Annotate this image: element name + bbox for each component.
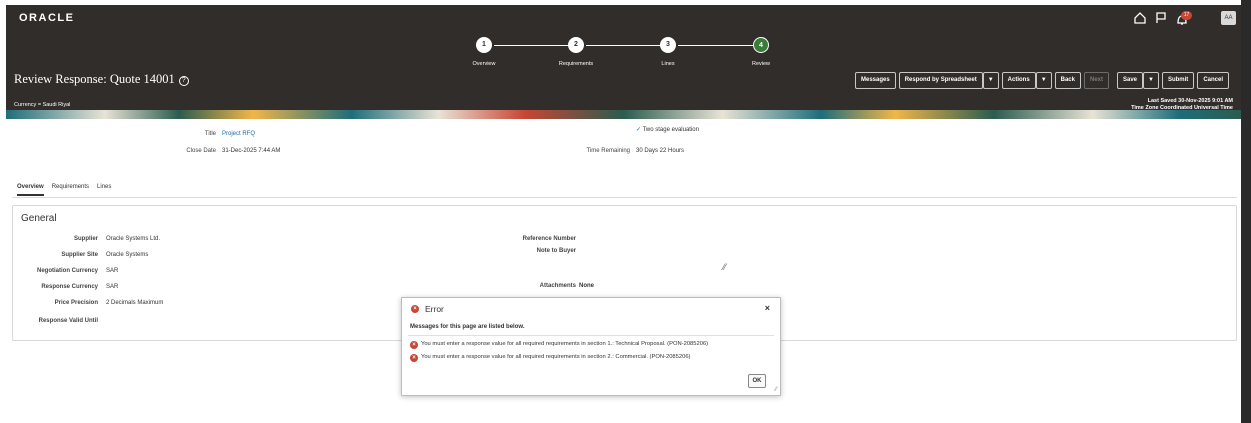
two-stage-evaluation: ✓ Two stage evaluation xyxy=(636,126,699,133)
tab-overview[interactable]: Overview xyxy=(17,184,44,196)
help-icon[interactable]: ? xyxy=(178,76,189,86)
train-step-requirements[interactable]: 2 xyxy=(568,37,584,53)
oracle-logo: ORACLE xyxy=(19,12,75,24)
supplier-site-label: Supplier Site xyxy=(61,252,98,258)
last-saved-text: Last Saved 30-Nov-2025 9:01 AM xyxy=(1147,98,1233,104)
tab-lines[interactable]: Lines xyxy=(97,184,111,196)
check-icon: ✓ xyxy=(636,127,642,133)
error-icon: × xyxy=(411,305,419,313)
user-avatar[interactable]: AA xyxy=(1221,11,1236,25)
error-message: × You must enter a response value for all… xyxy=(410,341,708,349)
notification-badge: 17 xyxy=(1181,11,1192,20)
attachments-label: Attachments xyxy=(539,283,576,289)
page-title: Review Response: Quote 14001? xyxy=(14,72,189,87)
train-step-review[interactable]: 4 xyxy=(753,37,769,53)
error-message-text: You must enter a response value for all … xyxy=(421,354,691,360)
note-to-buyer-label: Note to Buyer xyxy=(536,248,576,254)
ok-button[interactable]: OK xyxy=(748,374,766,388)
train-step-lines[interactable]: 3 xyxy=(660,37,676,53)
toolbar: Messages Respond by Spreadsheet ▼ Action… xyxy=(855,72,1232,89)
error-dialog-divider xyxy=(408,335,774,336)
close-date-value: 31-Dec-2025 7:44 AM xyxy=(222,148,281,154)
two-stage-text: Two stage evaluation xyxy=(642,127,699,133)
price-precision-value: 2 Decimals Maximum xyxy=(106,300,164,306)
train-label-requirements: Requirements xyxy=(558,61,594,67)
negotiation-currency-label: Negotiation Currency xyxy=(36,268,98,274)
actions-dropdown-button[interactable]: ▼ xyxy=(1035,72,1052,89)
error-message: × You must enter a response value for all… xyxy=(410,354,690,362)
train-step-overview[interactable]: 1 xyxy=(476,37,492,53)
error-dialog: × Error × Messages for this page are lis… xyxy=(401,297,781,396)
section-tabs: Overview Requirements Lines xyxy=(17,184,111,196)
save-dropdown-button[interactable]: ▼ xyxy=(1143,72,1159,89)
save-button[interactable]: Save xyxy=(1117,72,1144,89)
train-connector xyxy=(586,45,666,46)
title-link[interactable]: Project RFQ xyxy=(222,131,255,137)
train-label-lines: Lines xyxy=(661,61,675,67)
dialog-resize-grip[interactable]: ⁄⁄ xyxy=(775,387,777,393)
train-label-review: Review xyxy=(751,61,771,67)
response-valid-until-label: Response Valid Until xyxy=(38,318,98,324)
reference-number-label: Reference Number xyxy=(522,236,576,242)
general-heading: General xyxy=(21,213,57,224)
error-dialog-title: Error xyxy=(425,304,444,314)
back-button[interactable]: Back xyxy=(1054,72,1081,89)
train-connector xyxy=(494,45,574,46)
page-header: ORACLE 17 AA 1 2 3 4 Overview Requiremen… xyxy=(6,5,1241,118)
price-precision-label: Price Precision xyxy=(54,300,98,306)
home-icon[interactable] xyxy=(1133,11,1147,25)
currency-label: Currency = Saudi Riyal xyxy=(14,102,71,108)
decorative-banner xyxy=(6,110,1241,119)
messages-button[interactable]: Messages xyxy=(855,72,896,89)
error-dialog-subtitle: Messages for this page are listed below. xyxy=(410,324,525,330)
time-remaining-value: 30 Days 22 Hours xyxy=(636,148,685,154)
response-currency-label: Response Currency xyxy=(41,284,98,290)
textarea-resize-icon[interactable]: ⁄⁄ xyxy=(723,262,726,272)
time-remaining-label: Time Remaining xyxy=(586,148,630,154)
supplier-value: Oracle Systems Ltd. xyxy=(106,236,161,242)
title-label: Title xyxy=(204,131,216,137)
respond-by-spreadsheet-button[interactable]: Respond by Spreadsheet xyxy=(898,72,983,89)
tab-requirements[interactable]: Requirements xyxy=(52,184,89,196)
negotiation-currency-value: SAR xyxy=(106,268,119,274)
close-icon[interactable]: × xyxy=(765,303,770,313)
response-currency-value: SAR xyxy=(106,284,119,290)
error-message-text: You must enter a response value for all … xyxy=(421,341,709,347)
supplier-label: Supplier xyxy=(73,236,98,242)
page-title-text: Review Response: Quote 14001 xyxy=(14,72,175,86)
submit-button[interactable]: Submit xyxy=(1161,72,1195,89)
attachments-value[interactable]: None xyxy=(579,283,594,289)
cancel-button[interactable]: Cancel xyxy=(1197,72,1229,89)
close-date-label: Close Date xyxy=(186,148,216,154)
train-label-overview: Overview xyxy=(472,61,496,67)
actions-button[interactable]: Actions xyxy=(1001,72,1036,89)
flag-icon[interactable] xyxy=(1154,11,1168,25)
tabs-divider xyxy=(12,197,1237,198)
next-button[interactable]: Next xyxy=(1083,72,1109,89)
error-dialog-header: × Error × xyxy=(402,298,780,318)
error-icon: × xyxy=(410,354,418,362)
train-connector xyxy=(678,45,758,46)
supplier-site-value: Oracle Systems xyxy=(106,252,149,258)
respond-dropdown-button[interactable]: ▼ xyxy=(982,72,999,89)
window-edge xyxy=(1241,0,1251,423)
error-icon: × xyxy=(410,341,418,349)
